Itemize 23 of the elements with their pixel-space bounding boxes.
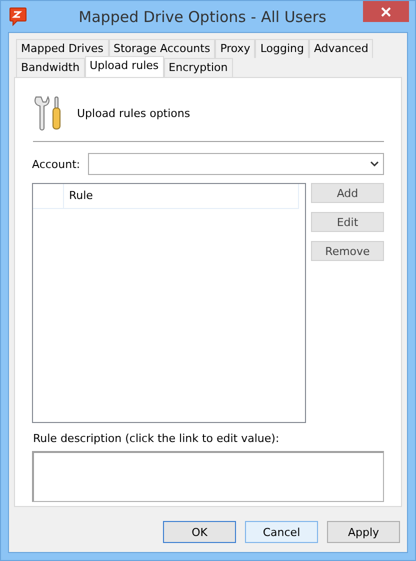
tab[interactable]: Encryption (164, 58, 233, 77)
close-icon (381, 6, 391, 16)
tab[interactable]: Proxy (215, 39, 256, 58)
rules-list[interactable]: Rule (32, 183, 306, 423)
tab[interactable]: Logging (255, 39, 309, 58)
tab[interactable]: Advanced (308, 39, 374, 58)
close-button[interactable] (363, 1, 409, 22)
rule-action-button[interactable]: Edit (311, 212, 384, 232)
dialog-button[interactable]: Cancel (245, 521, 318, 543)
tab[interactable]: Storage Accounts (108, 39, 216, 58)
dialog-button[interactable]: OK (163, 521, 236, 543)
column-header[interactable]: Rule (64, 184, 299, 208)
dialog-button[interactable]: Apply (327, 521, 400, 543)
window-title: Mapped Drive Options - All Users (78, 8, 328, 26)
section-title: Upload rules options (77, 106, 190, 120)
tab[interactable]: Upload rules (84, 56, 164, 77)
rule-action-button[interactable]: Remove (311, 241, 384, 261)
description-label: Rule description (click the link to edit value): (32, 432, 280, 445)
rule-action-button[interactable]: Add (311, 183, 384, 203)
app-icon (9, 6, 27, 26)
tab[interactable]: Mapped Drives (16, 39, 108, 58)
tab[interactable]: Bandwidth (16, 58, 85, 77)
chevron-down-icon (370, 161, 379, 167)
